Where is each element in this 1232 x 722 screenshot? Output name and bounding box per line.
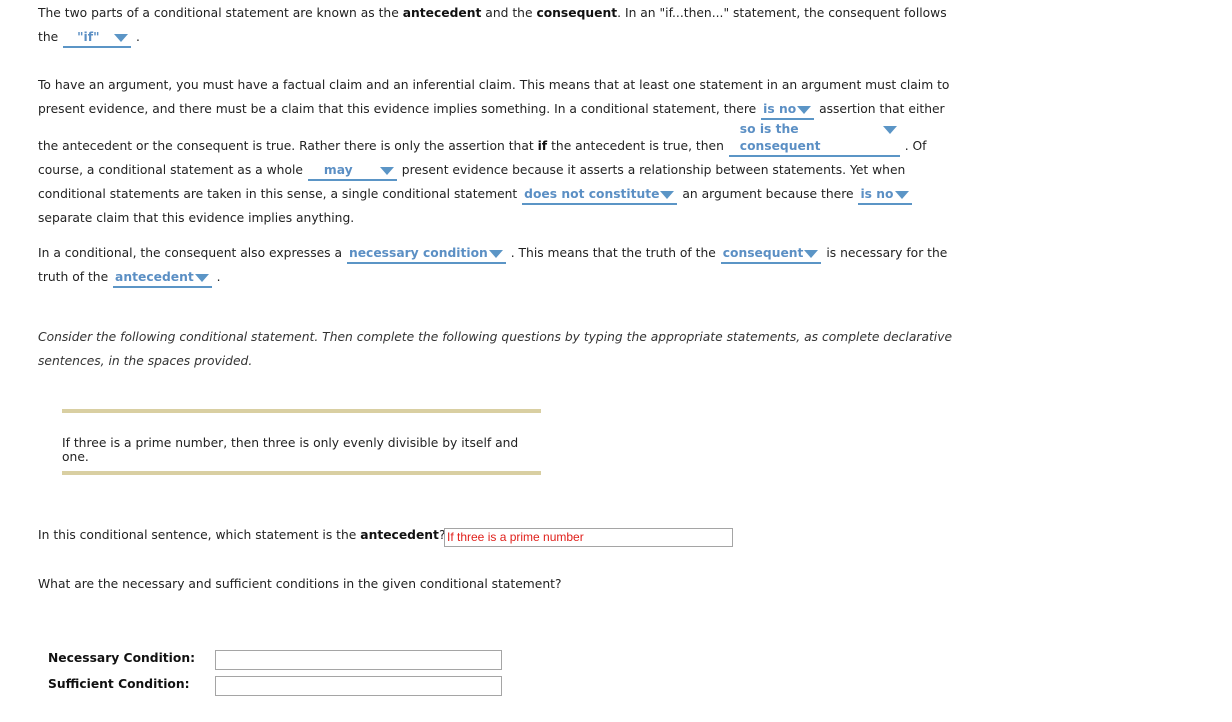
paragraph-necessary-condition: In a conditional, the consequent also ex…	[38, 241, 968, 289]
dropdown-constitute[interactable]: does not constitute	[522, 186, 678, 205]
necessary-condition-input[interactable]	[215, 650, 502, 670]
chevron-down-icon	[488, 250, 503, 258]
chevron-down-icon	[114, 34, 129, 42]
bold-antecedent: antecedent	[402, 6, 482, 20]
sufficient-condition-input[interactable]	[215, 676, 502, 696]
bottom-divider	[62, 471, 541, 475]
necessary-condition-label: Necessary Condition:	[48, 651, 196, 665]
antecedent-answer-input[interactable]: If three is a prime number	[444, 528, 733, 547]
dropdown-follows[interactable]: "if"	[63, 29, 132, 48]
dropdown-separate-claim[interactable]: is no	[858, 186, 912, 205]
bold-if: if	[537, 139, 548, 153]
question-antecedent: In this conditional sentence, which stat…	[38, 528, 446, 542]
dropdown-truth-of[interactable]: consequent	[720, 245, 822, 264]
chevron-down-icon	[882, 126, 897, 134]
question-conditions: What are the necessary and sufficient co…	[38, 577, 562, 591]
sufficient-condition-label: Sufficient Condition:	[48, 677, 190, 691]
chevron-down-icon	[660, 191, 675, 199]
chevron-down-icon	[797, 106, 812, 114]
chevron-down-icon	[194, 274, 209, 282]
instructions: Consider the following conditional state…	[38, 330, 953, 368]
dropdown-then[interactable]: so is the consequent	[728, 121, 900, 157]
dropdown-expresses[interactable]: necessary condition	[346, 245, 506, 264]
conditional-statement-box: If three is a prime number, then three i…	[62, 409, 541, 475]
dropdown-assertion[interactable]: is no	[761, 101, 815, 120]
chevron-down-icon	[379, 167, 394, 175]
paragraph-argument: To have an argument, you must have a fac…	[38, 78, 950, 225]
dropdown-truth-of-the[interactable]: antecedent	[113, 269, 212, 288]
chevron-down-icon	[894, 191, 909, 199]
conditional-statement: If three is a prime number, then three i…	[62, 436, 519, 464]
chevron-down-icon	[804, 250, 819, 258]
dropdown-whole[interactable]: may	[307, 162, 397, 181]
paragraph-parts-of-conditional: The two parts of a conditional statement…	[38, 1, 968, 49]
bold-consequent: consequent	[536, 6, 618, 20]
